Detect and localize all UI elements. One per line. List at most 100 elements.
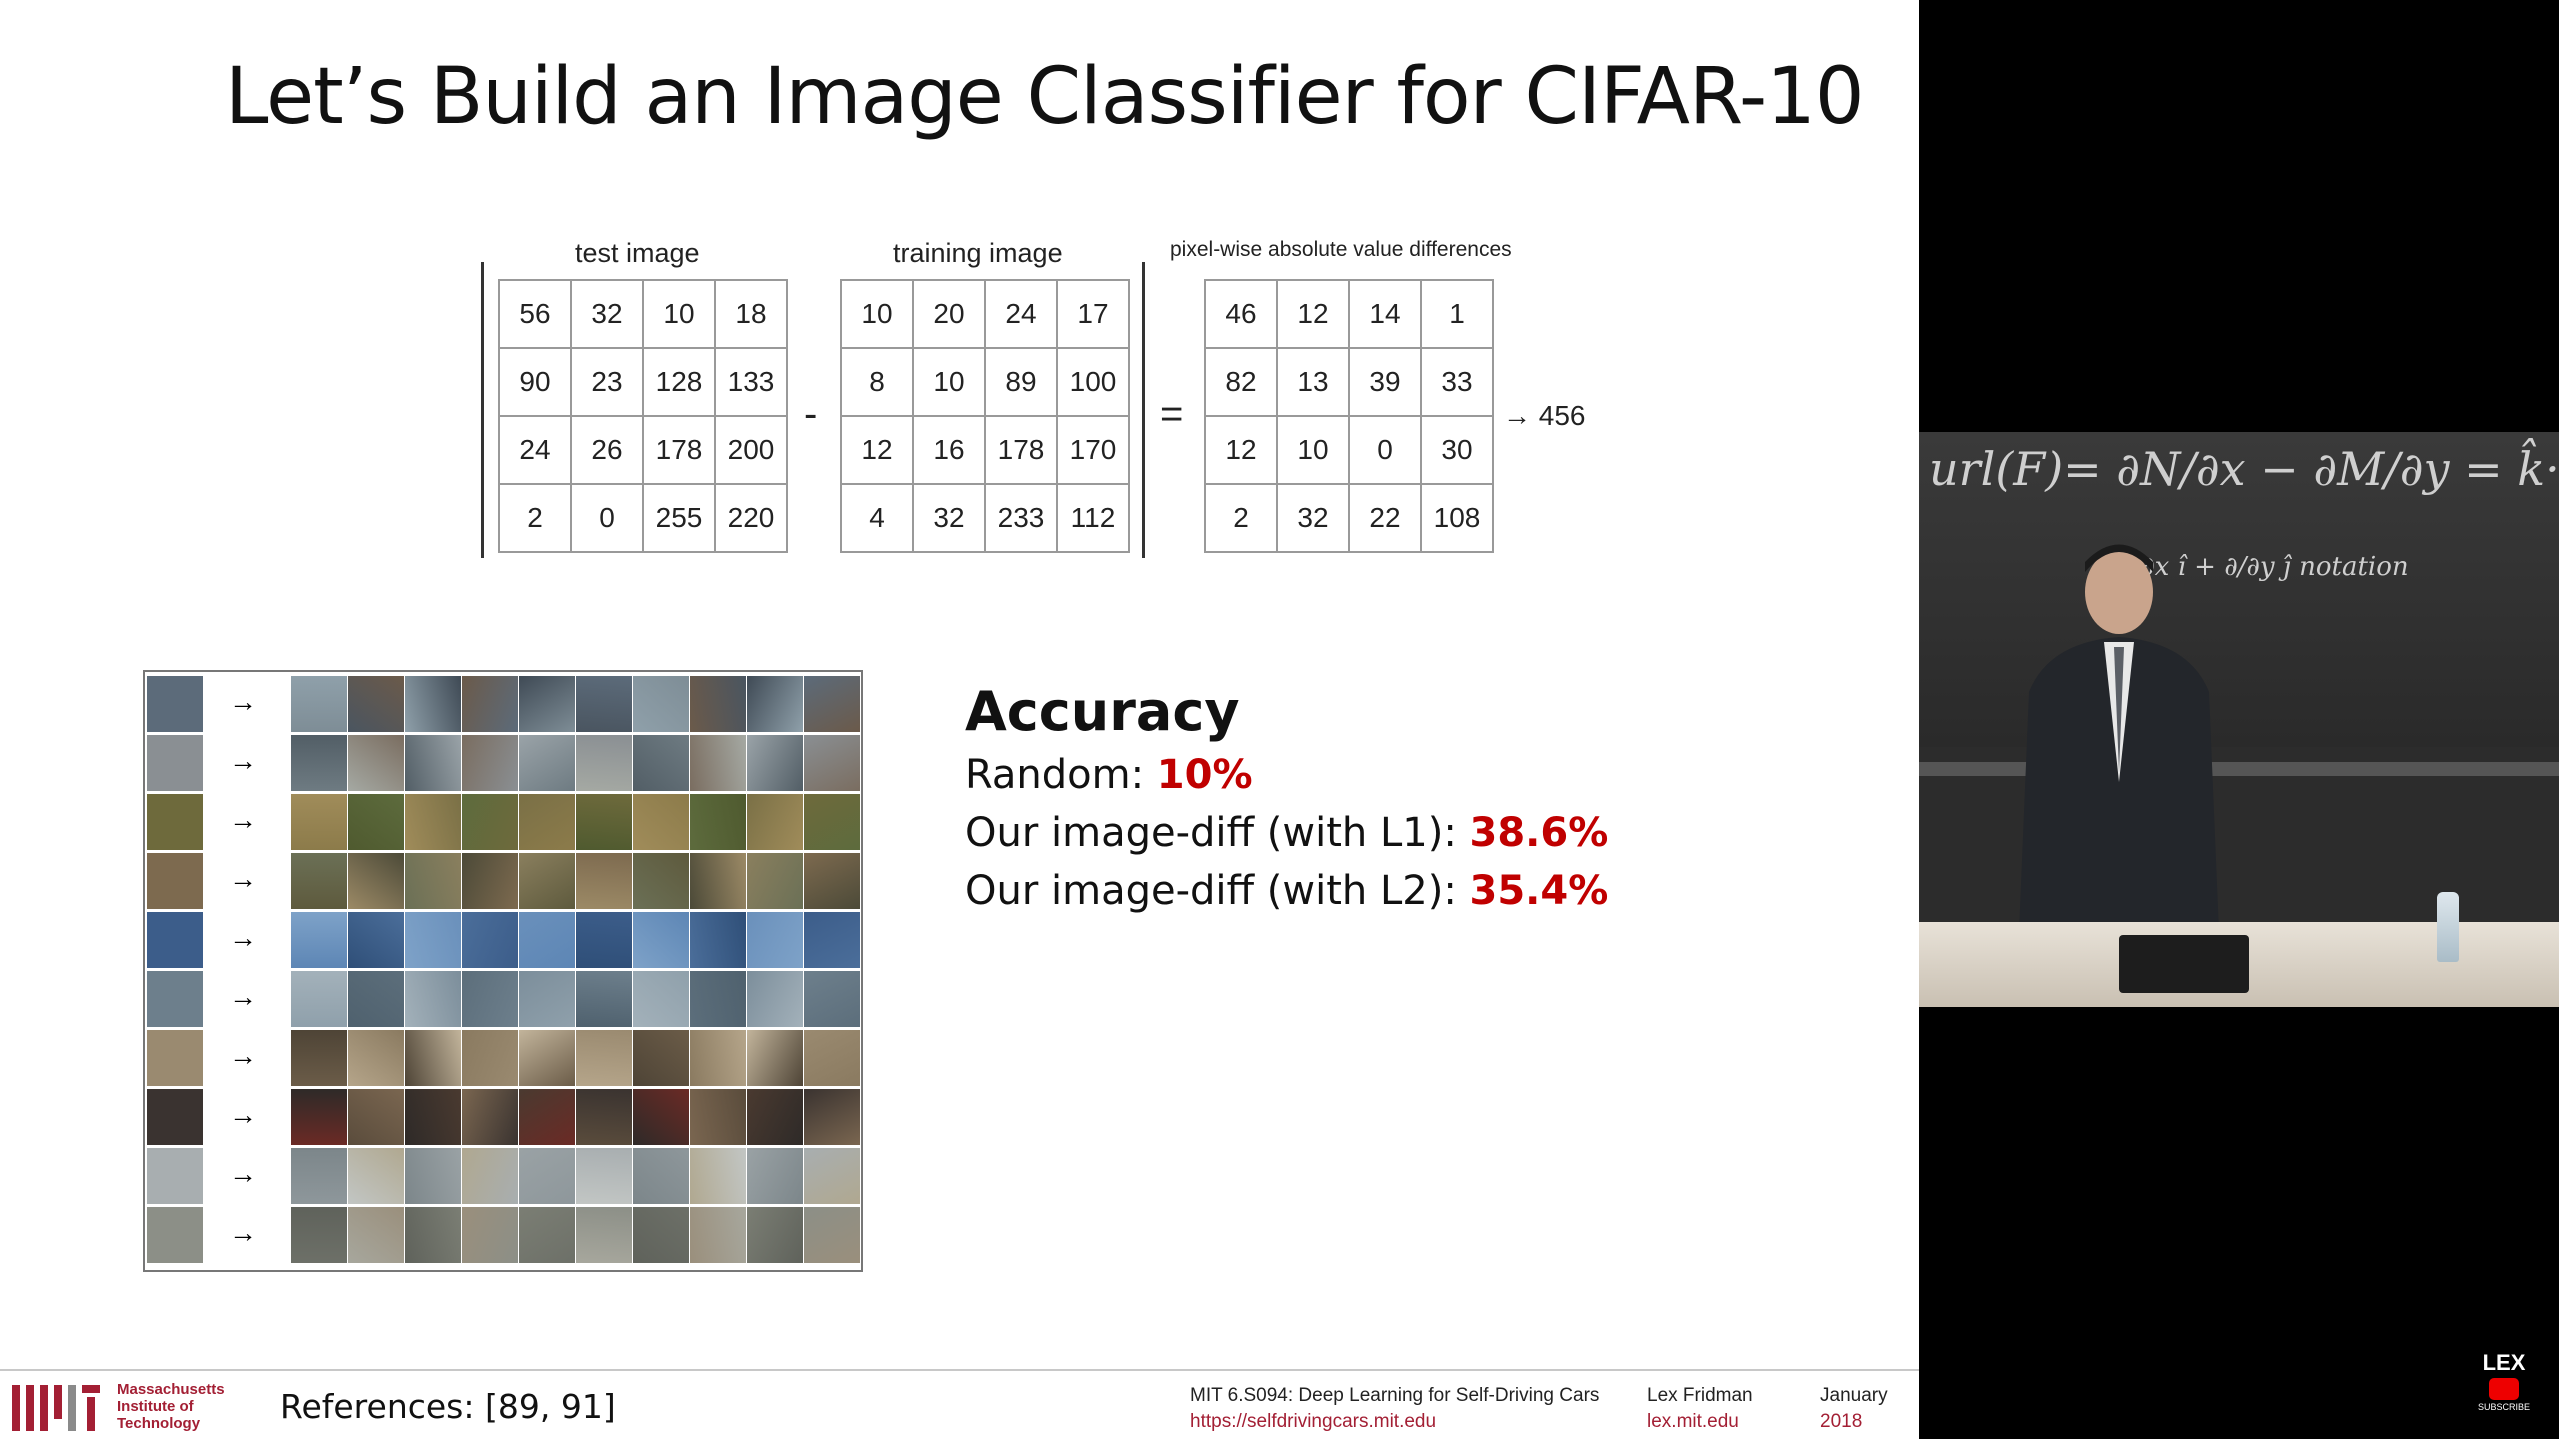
neighbor-thumbnail [519,1207,575,1263]
neighbor-thumbnail [462,676,518,732]
mit-name-line-1: Massachusetts [117,1381,225,1398]
lecturer-video: url(F)= ∂N/∂x − ∂M/∂y = k̂·(∇×F) ∂/∂x î … [1919,432,2559,1007]
test-image-caption: test image [575,238,700,268]
matrix-cell: 2 [498,483,572,553]
author-name: Lex Fridman [1647,1385,1753,1406]
grid-row: → [145,794,861,852]
neighbor-thumbnail [633,853,689,909]
row-arrow-icon: → [229,981,257,1012]
neighbor-thumbnail [348,1148,404,1204]
neighbor-thumbnail [291,853,347,909]
neighbor-thumbnail [690,676,746,732]
matrix-cell: 10 [912,347,986,417]
query-thumbnail [147,853,203,909]
accuracy-l1: Our image-diff (with L1): 38.6% [965,810,1608,856]
neighbor-thumbnail [462,1148,518,1204]
accuracy-heading: Accuracy [965,680,1240,743]
grid-row: → [145,1207,861,1265]
neighbor-thumbnail [804,971,860,1027]
row-arrow-icon: → [229,1040,257,1071]
matrix-cell: 90 [498,347,572,417]
row-arrow-icon: → [229,1099,257,1130]
course-url-link[interactable]: https://selfdrivingcars.mit.edu [1190,1409,1599,1435]
matrix-cell: 24 [984,279,1058,349]
row-arrow-icon: → [229,1158,257,1189]
query-thumbnail [147,735,203,791]
neighbor-thumbnail [405,1030,461,1086]
matrix-cell: 10 [642,279,716,349]
neighbor-thumbnail [291,912,347,968]
matrix-cell: 12 [840,415,914,485]
matrix-row: 46 12 14 1 [1204,279,1494,349]
matrix-row: 2 0 255 220 [498,483,788,553]
neighbor-thumbnail [747,912,803,968]
neighbor-thumbnail [804,1207,860,1263]
neighbor-thumbnail [690,735,746,791]
matrix-cell: 100 [1056,347,1130,417]
channel-watermark[interactable]: LEX SUBSCRIBE [2478,1350,2530,1412]
neighbor-thumbnail [462,971,518,1027]
matrix-cell: 32 [912,483,986,553]
matrix-row: 82 13 39 33 [1204,347,1494,417]
accuracy-l1-value: 38.6% [1469,810,1609,856]
matrix-cell: 233 [984,483,1058,553]
matrix-cell: 20 [912,279,986,349]
neighbor-thumbnail [519,971,575,1027]
left-bracket [481,262,484,558]
neighbor-thumbnail [291,794,347,850]
matrix-cell: 56 [498,279,572,349]
neighbor-thumbnail [519,1148,575,1204]
neighbor-thumbnail [576,1207,632,1263]
query-thumbnail [147,1148,203,1204]
neighbor-thumbnail [690,1089,746,1145]
matrix-cell: 82 [1204,347,1278,417]
row-arrow-icon: → [229,686,257,717]
neighbor-thumbnail [633,1089,689,1145]
neighbor-thumbnail [348,676,404,732]
neighbor-thumbnail [519,1030,575,1086]
matrix-cell: 255 [642,483,716,553]
matrix-row: 10 20 24 17 [840,279,1130,349]
mit-name-line-2: Institute of [117,1398,194,1415]
query-thumbnail [147,794,203,850]
row-arrow-icon: → [229,804,257,835]
laptop [2119,935,2249,993]
neighbor-thumbnail [576,1089,632,1145]
grid-row: → [145,912,861,970]
neighbor-thumbnail [348,853,404,909]
neighbor-thumbnail [690,1030,746,1086]
accuracy-random-label: Random: [965,752,1157,798]
row-arrow-icon: → [229,863,257,894]
neighbor-thumbnail [633,735,689,791]
subscribe-label: SUBSCRIBE [2478,1402,2531,1412]
neighbor-thumbnail [291,971,347,1027]
query-thumbnail [147,1207,203,1263]
matrix-cell: 178 [642,415,716,485]
matrix-cell: 4 [840,483,914,553]
author-url-link[interactable]: lex.mit.edu [1647,1409,1753,1435]
references: References: [89, 91] [280,1387,616,1426]
neighbor-thumbnail [690,853,746,909]
neighbor-thumbnail [747,676,803,732]
row-arrow-icon: → [229,922,257,953]
matrix-cell: 26 [570,415,644,485]
course-name: MIT 6.S094: Deep Learning for Self-Drivi… [1190,1385,1600,1406]
neighbor-thumbnail [747,1148,803,1204]
chalk-writing-1: url(F)= ∂N/∂x − ∂M/∂y = k̂·(∇×F) [1929,442,2559,496]
neighbor-thumbnail [690,1148,746,1204]
diff-caption: pixel-wise absolute value differences [1170,238,1512,261]
matrix-cell: 33 [1420,347,1494,417]
neighbor-thumbnail [348,1089,404,1145]
neighbor-thumbnail [291,676,347,732]
matrix-cell: 2 [1204,483,1278,553]
neighbor-thumbnail [633,794,689,850]
neighbor-thumbnail [690,1207,746,1263]
neighbor-thumbnail [291,735,347,791]
neighbor-thumbnail [462,912,518,968]
query-thumbnail [147,676,203,732]
diff-matrix: 46 12 14 1 82 13 39 33 12 10 0 30 2 32 22 108 [1204,279,1494,553]
matrix-cell: 89 [984,347,1058,417]
youtube-play-icon [2489,1378,2519,1400]
neighbor-thumbnail [804,676,860,732]
neighbor-thumbnail [690,794,746,850]
